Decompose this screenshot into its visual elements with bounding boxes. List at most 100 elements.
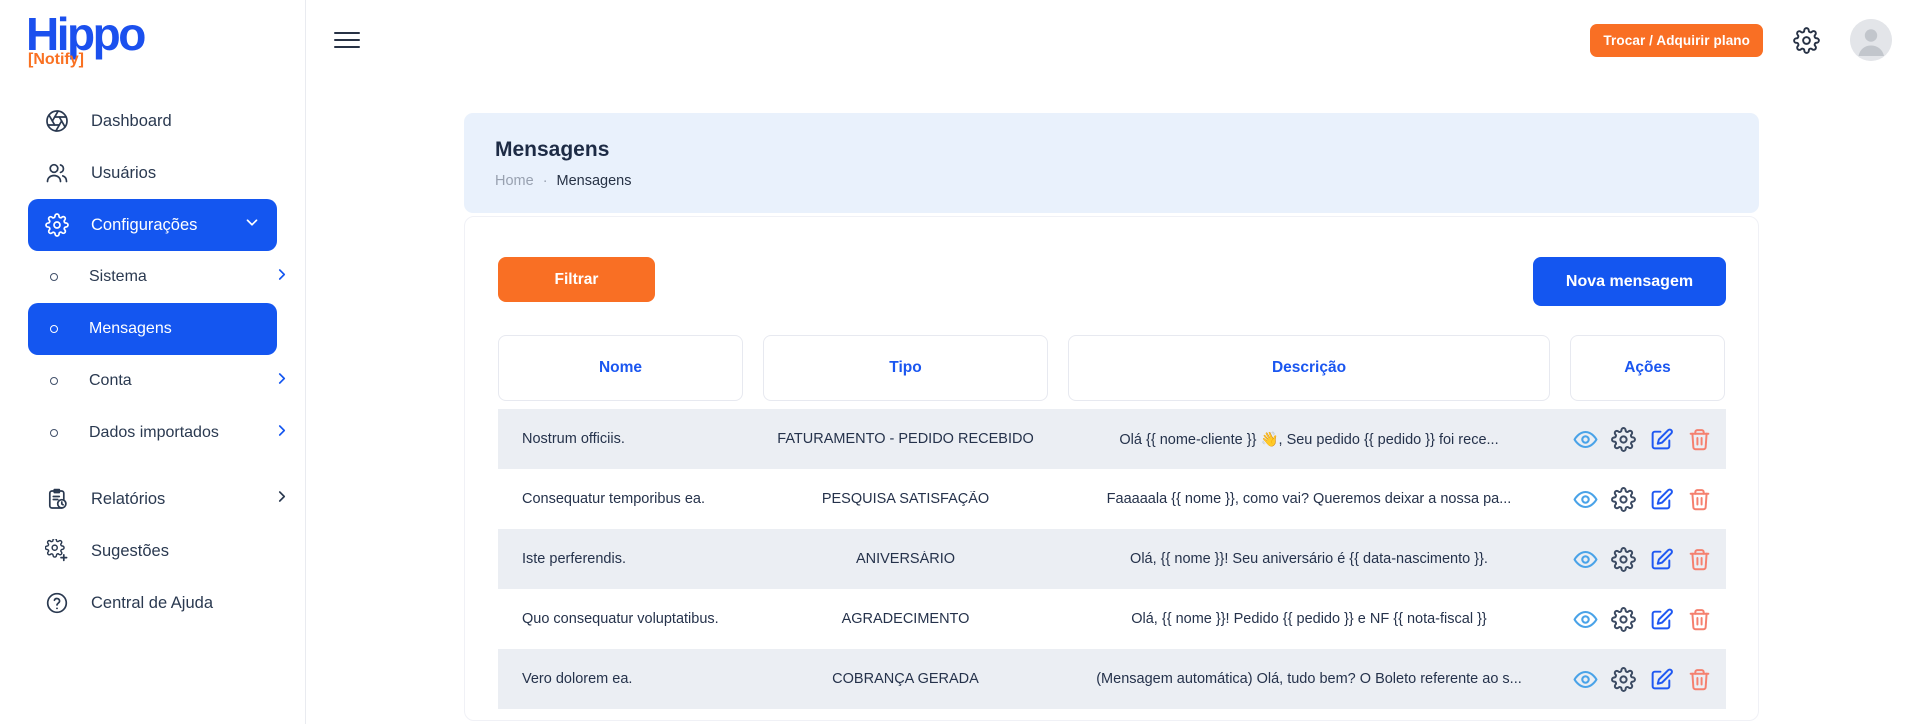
gear-icon: [1611, 487, 1636, 512]
cell-descricao: Faaaaala {{ nome }}, como vai? Queremos …: [1058, 491, 1560, 507]
sidebar-item-label: Mensagens: [89, 320, 172, 338]
gear-plus-icon: [45, 539, 69, 563]
users-icon: [45, 161, 69, 185]
chevron-right-icon: [273, 422, 291, 445]
edit-button[interactable]: [1649, 487, 1674, 512]
brand-tag: [Notify]: [26, 51, 305, 69]
edit-icon: [1649, 667, 1674, 692]
sidebar-item-dados-importados[interactable]: Dados importados: [0, 407, 305, 459]
view-button[interactable]: [1573, 667, 1598, 692]
table-row: Quo consequatur voluptatibus.AGRADECIMEN…: [498, 589, 1726, 649]
delete-button[interactable]: [1687, 607, 1712, 632]
sidebar-item-configuracoes[interactable]: Configurações: [28, 199, 277, 251]
settings-button[interactable]: [1611, 487, 1636, 512]
new-message-button[interactable]: Nova mensagem: [1533, 257, 1726, 306]
sidebar-item-label: Configurações: [91, 216, 197, 235]
edit-icon: [1649, 607, 1674, 632]
column-header-acoes[interactable]: Ações: [1570, 335, 1725, 401]
delete-button[interactable]: [1687, 487, 1712, 512]
bullet-icon: [50, 429, 58, 437]
gear-icon: [1611, 427, 1636, 452]
sidebar-item-mensagens[interactable]: Mensagens: [28, 303, 277, 355]
delete-button[interactable]: [1687, 547, 1712, 572]
cell-nome: Consequatur temporibus ea.: [498, 491, 753, 507]
sidebar-item-label: Relatórios: [91, 490, 165, 509]
bullet-icon: [50, 273, 58, 281]
plan-button[interactable]: Trocar / Adquirir plano: [1590, 24, 1763, 57]
cell-acoes: [1560, 667, 1725, 692]
sidebar-item-sugestoes[interactable]: Sugestões: [0, 525, 305, 577]
settings-button[interactable]: [1611, 427, 1636, 452]
delete-button[interactable]: [1687, 427, 1712, 452]
cell-tipo: PESQUISA SATISFAÇÃO: [753, 491, 1058, 507]
trash-icon: [1687, 487, 1712, 512]
report-icon: [45, 487, 69, 511]
table-row: Vero dolorem ea.COBRANÇA GERADA(Mensagem…: [498, 649, 1726, 709]
help-icon: [45, 591, 69, 615]
breadcrumb-current: Mensagens: [557, 173, 632, 189]
cell-acoes: [1560, 547, 1725, 572]
cell-descricao: Olá, {{ nome }}! Seu aniversário é {{ da…: [1058, 551, 1560, 567]
settings-button[interactable]: [1611, 607, 1636, 632]
chevron-right-icon: [273, 370, 291, 393]
breadcrumb-home[interactable]: Home: [495, 173, 534, 189]
sidebar-item-label: Conta: [89, 372, 132, 390]
sidebar-item-sistema[interactable]: Sistema: [0, 251, 305, 303]
settings-button[interactable]: [1611, 547, 1636, 572]
sidebar-item-label: Dashboard: [91, 112, 172, 131]
gear-icon: [45, 213, 69, 237]
table-header: Nome Tipo Descrição Ações: [498, 335, 1726, 401]
sidebar-item-conta[interactable]: Conta: [0, 355, 305, 407]
eye-icon: [1573, 547, 1598, 572]
breadcrumb-separator: ·: [543, 173, 548, 189]
settings-button[interactable]: [1611, 667, 1636, 692]
page-title: Mensagens: [495, 138, 1728, 162]
brand-logo[interactable]: Hippo [Notify]: [0, 0, 305, 69]
eye-icon: [1573, 427, 1598, 452]
page-header-card: Mensagens Home · Mensagens: [464, 113, 1759, 213]
view-button[interactable]: [1573, 547, 1598, 572]
edit-button[interactable]: [1649, 607, 1674, 632]
settings-gear-icon[interactable]: [1793, 27, 1820, 54]
page-content: Mensagens Home · Mensagens Filtrar Nova …: [306, 80, 1918, 721]
cell-nome: Vero dolorem ea.: [498, 671, 753, 687]
column-header-nome[interactable]: Nome: [498, 335, 743, 401]
table-row: Nostrum officiis.FATURAMENTO - PEDIDO RE…: [498, 409, 1726, 469]
column-header-descricao[interactable]: Descrição: [1068, 335, 1550, 401]
edit-button[interactable]: [1649, 667, 1674, 692]
column-header-tipo[interactable]: Tipo: [763, 335, 1048, 401]
view-button[interactable]: [1573, 607, 1598, 632]
cell-acoes: [1560, 487, 1725, 512]
cell-nome: Quo consequatur voluptatibus.: [498, 611, 753, 627]
edit-icon: [1649, 547, 1674, 572]
trash-icon: [1687, 667, 1712, 692]
view-button[interactable]: [1573, 427, 1598, 452]
topbar-right: Trocar / Adquirir plano: [1590, 19, 1892, 61]
cell-descricao: Olá, {{ nome }}! Pedido {{ pedido }} e N…: [1058, 611, 1560, 627]
view-button[interactable]: [1573, 487, 1598, 512]
table-row: Iste perferendis.ANIVERSÁRIOOlá, {{ nome…: [498, 529, 1726, 589]
edit-icon: [1649, 487, 1674, 512]
sidebar-item-usuarios[interactable]: Usuários: [0, 147, 305, 199]
chevron-right-icon: [273, 266, 291, 289]
sidebar-item-dashboard[interactable]: Dashboard: [0, 95, 305, 147]
cell-tipo: ANIVERSÁRIO: [753, 551, 1058, 567]
delete-button[interactable]: [1687, 667, 1712, 692]
cell-descricao: Olá {{ nome-cliente }} 👋, Seu pedido {{ …: [1058, 431, 1560, 448]
sidebar-item-central-de-ajuda[interactable]: Central de Ajuda: [0, 577, 305, 629]
filter-button[interactable]: Filtrar: [498, 257, 655, 302]
app-root: Hippo [Notify] Dashboard Usuários Configur…: [0, 0, 1918, 724]
bullet-icon: [50, 325, 58, 333]
sidebar-item-relatorios[interactable]: Relatórios: [0, 473, 305, 525]
toolbar: Filtrar Nova mensagem: [498, 257, 1726, 306]
edit-button[interactable]: [1649, 427, 1674, 452]
menu-toggle-button[interactable]: [334, 32, 360, 49]
gear-icon: [1611, 667, 1636, 692]
main-area: Trocar / Adquirir plano Mensagens Home ·: [306, 0, 1918, 724]
sidebar-item-label: Sugestões: [91, 542, 169, 561]
gear-icon: [1611, 547, 1636, 572]
edit-button[interactable]: [1649, 547, 1674, 572]
sidebar-nav: Dashboard Usuários Configurações Sistema Men…: [0, 95, 305, 629]
avatar[interactable]: [1850, 19, 1892, 61]
cell-tipo: COBRANÇA GERADA: [753, 671, 1058, 687]
